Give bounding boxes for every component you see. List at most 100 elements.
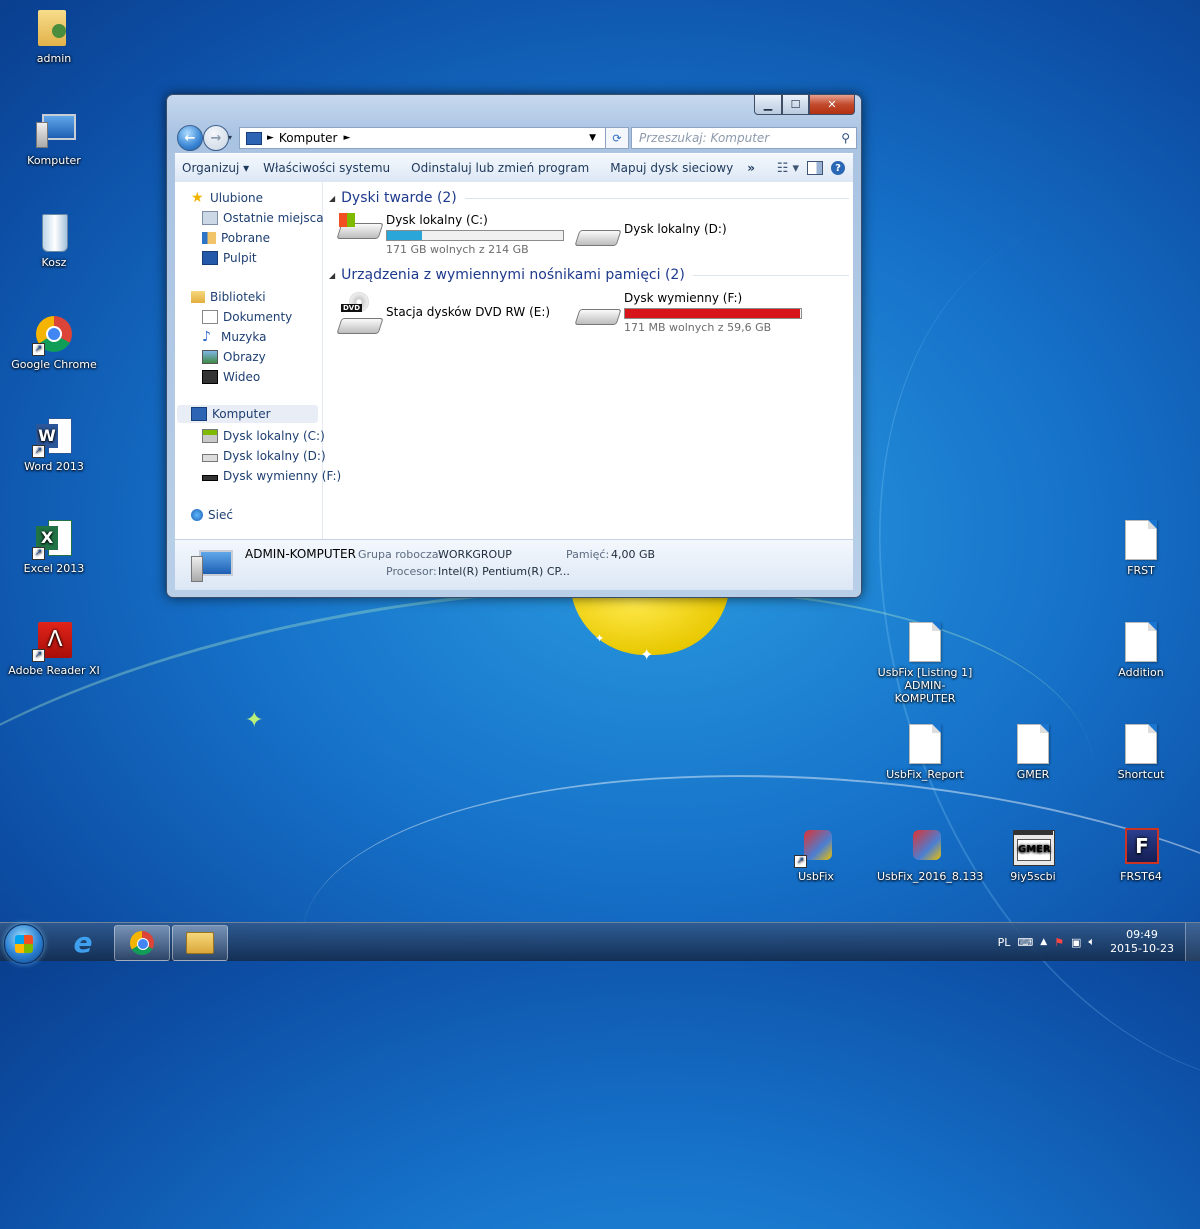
- desktop-icon-gmer[interactable]: GMER: [985, 724, 1081, 781]
- breadcrumb-komputer[interactable]: Komputer: [279, 131, 338, 145]
- map-network-drive-button[interactable]: Mapuj dysk sieciowy: [596, 161, 740, 175]
- desktop-icon-adobe-reader-xi[interactable]: ᐱ ↗ Adobe Reader XI: [6, 620, 102, 677]
- more-commands-button[interactable]: »: [740, 161, 762, 175]
- nav-item-drive-f[interactable]: Dysk wymienny (F:): [202, 469, 341, 483]
- gmer-icon-label: GMER: [1017, 839, 1051, 861]
- minimize-button[interactable]: ▁: [754, 95, 782, 115]
- nav-item-drive-d[interactable]: Dysk lokalny (D:): [202, 449, 326, 463]
- address-dropdown-icon[interactable]: ▼: [589, 133, 596, 143]
- nav-item-favorites[interactable]: ★ Ulubione: [191, 191, 263, 205]
- nav-item-music[interactable]: ♪ Muzyka: [202, 330, 266, 344]
- search-box[interactable]: Przeszukaj: Komputer ⚲: [631, 127, 857, 149]
- system-properties-button[interactable]: Właściwości systemu: [256, 161, 397, 175]
- refresh-button[interactable]: ⟳: [605, 127, 629, 149]
- volume-icon[interactable]: 🔈︎: [1088, 935, 1095, 949]
- nav-item-downloads[interactable]: Pobrane: [202, 231, 270, 245]
- computer-icon: [34, 110, 76, 150]
- desktop-icon-frst64[interactable]: F FRST64: [1093, 826, 1189, 883]
- drive-free-space: 171 MB wolnych z 59,6 GB: [624, 321, 772, 334]
- start-button[interactable]: [4, 924, 44, 964]
- nav-item-videos[interactable]: Wideo: [202, 370, 260, 384]
- drive-c[interactable]: Dysk lokalny (C:) 171 GB wolnych z 214 G…: [336, 213, 564, 256]
- search-icon[interactable]: ⚲: [834, 131, 856, 145]
- group-header-removable[interactable]: ◢ Urządzenia z wymiennymi nośnikami pami…: [329, 267, 849, 283]
- keyboard-icon[interactable]: ⌨: [1017, 936, 1033, 949]
- drive-d[interactable]: Dysk lokalny (D:): [574, 220, 727, 252]
- taskbar-windows-explorer[interactable]: [172, 925, 228, 961]
- nav-item-desktop[interactable]: Pulpit: [202, 251, 257, 265]
- text-file-icon: [1125, 520, 1157, 560]
- collapse-triangle-icon[interactable]: ◢: [329, 271, 335, 280]
- desktop-icon-label: Komputer: [27, 154, 81, 167]
- uninstall-program-button[interactable]: Odinstaluj lub zmień program: [397, 161, 596, 175]
- desktop-icon-usbfix-listing[interactable]: UsbFix [Listing 1] ADMIN-KOMPUTER: [877, 622, 973, 705]
- drive-name: Stacja dysków DVD RW (E:): [386, 305, 551, 319]
- nav-item-pictures[interactable]: Obrazy: [202, 350, 266, 364]
- desktop-icon-label: UsbFix: [798, 870, 834, 883]
- forward-button[interactable]: →: [203, 125, 229, 151]
- desktop-icon-shortcut[interactable]: Shortcut: [1093, 724, 1189, 781]
- address-bar[interactable]: ► Komputer ► ▼: [239, 127, 621, 149]
- desktop-icon-word-2013[interactable]: W ↗ Word 2013: [6, 416, 102, 473]
- desktop-icon-addition[interactable]: Addition: [1093, 622, 1189, 679]
- taskbar-google-chrome[interactable]: [114, 925, 170, 961]
- shortcut-arrow-icon: ↗: [32, 649, 45, 662]
- organize-button[interactable]: Organizuj ▾: [175, 161, 256, 175]
- search-input[interactable]: Przeszukaj: Komputer: [632, 131, 834, 145]
- drive-usage-fill: [625, 309, 801, 318]
- desktop-icon-9iy5scbi[interactable]: GMER 9iy5scbi: [985, 826, 1081, 883]
- show-desktop-button[interactable]: [1185, 923, 1200, 961]
- nav-item-computer[interactable]: Komputer: [177, 405, 318, 423]
- text-file-icon: [1125, 622, 1157, 662]
- help-icon[interactable]: ?: [831, 161, 845, 175]
- drive-f[interactable]: Dysk wymienny (F:) 171 MB wolnych z 59,6…: [574, 291, 802, 334]
- recent-pages-dropdown[interactable]: ▾: [228, 133, 232, 142]
- computer-icon: [191, 407, 207, 421]
- nav-item-network[interactable]: Sieć: [191, 508, 233, 522]
- desktop-icon-komputer[interactable]: Komputer: [6, 110, 102, 167]
- desktop-icon-usbfix-2016[interactable]: UsbFix_2016_8.133: [877, 826, 983, 883]
- collapse-triangle-icon[interactable]: ◢: [329, 194, 335, 203]
- drive-e[interactable]: DVD Stacja dysków DVD RW (E:): [336, 292, 551, 334]
- nav-label: Muzyka: [221, 330, 267, 344]
- breadcrumb-chevron-icon[interactable]: ►: [343, 133, 350, 143]
- desktop-icon-frst[interactable]: FRST: [1093, 520, 1189, 577]
- change-view-icon[interactable]: ☷ ▾: [777, 161, 799, 176]
- desktop-icon-usbfix-report[interactable]: UsbFix_Report: [877, 724, 973, 781]
- close-button[interactable]: ✕: [809, 95, 855, 115]
- nav-item-libraries[interactable]: Biblioteki: [191, 290, 266, 304]
- shortcut-arrow-icon: ↗: [794, 855, 807, 868]
- explorer-window[interactable]: ▁ ☐ ✕ ← → ▾ ► Komputer ► ▼ ⟳ Przeszukaj:…: [166, 94, 862, 598]
- workgroup-value: WORKGROUP: [438, 548, 512, 561]
- hard-drive-icon: [574, 220, 622, 252]
- nav-item-recent-places[interactable]: Ostatnie miejsca: [202, 211, 324, 225]
- preview-pane-icon[interactable]: [807, 161, 823, 175]
- desktop-icon-label: GMER: [1016, 768, 1050, 781]
- drive-usage-bar: [386, 230, 564, 241]
- nav-label: Obrazy: [223, 350, 266, 364]
- desktop-icon-label: Kosz: [41, 256, 67, 269]
- breadcrumb-chevron-icon[interactable]: ►: [267, 133, 274, 143]
- desktop-icon-kosz[interactable]: Kosz: [6, 212, 102, 269]
- drive-name: Dysk wymienny (F:): [624, 291, 743, 305]
- desktop-icon-google-chrome[interactable]: ↗ Google Chrome: [6, 314, 102, 371]
- language-indicator[interactable]: PL: [998, 936, 1011, 949]
- taskbar-internet-explorer[interactable]: e: [56, 925, 110, 959]
- navigation-pane: ★ Ulubione Ostatnie miejsca Pobrane Pulp…: [175, 182, 341, 539]
- desktop-icon-admin[interactable]: admin: [6, 8, 102, 65]
- maximize-button[interactable]: ☐: [782, 95, 809, 115]
- group-header-hard-disks[interactable]: ◢ Dyski twarde (2): [329, 190, 849, 206]
- downloads-icon: [202, 232, 216, 244]
- network-tray-icon[interactable]: ▣: [1071, 936, 1081, 949]
- back-button[interactable]: ←: [177, 125, 203, 151]
- clock[interactable]: 09:49 2015-10-23: [1110, 928, 1174, 956]
- desktop-icon-label: Google Chrome: [11, 358, 97, 371]
- cpu-value: Intel(R) Pentium(R) CP...: [438, 565, 570, 578]
- system-drive-icon: [336, 213, 384, 245]
- action-center-flag-icon[interactable]: ⚑: [1054, 936, 1064, 949]
- show-hidden-icons-icon[interactable]: ▲: [1040, 937, 1047, 947]
- desktop-icon-excel-2013[interactable]: X ↗ Excel 2013: [6, 518, 102, 575]
- desktop-icon-usbfix[interactable]: ↗ UsbFix: [768, 826, 864, 883]
- nav-item-drive-c[interactable]: Dysk lokalny (C:): [202, 429, 325, 443]
- nav-item-documents[interactable]: Dokumenty: [202, 310, 292, 324]
